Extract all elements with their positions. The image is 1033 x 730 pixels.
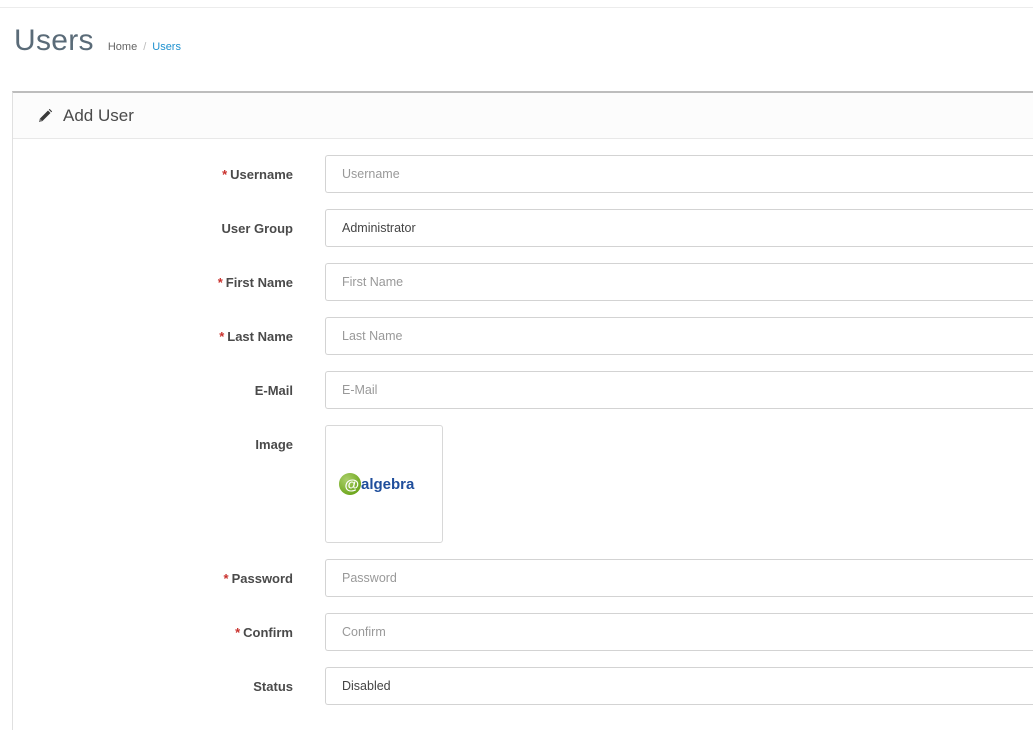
- image-thumbnail[interactable]: @ algebra: [325, 425, 443, 543]
- status-selected-value: Disabled: [342, 679, 391, 693]
- first-name-label: * First Name: [13, 263, 293, 290]
- email-label: E-Mail: [254, 383, 293, 398]
- required-marker: *: [217, 275, 223, 290]
- svg-text:@: @: [345, 477, 360, 494]
- user-group-row: User Group Administrator: [13, 209, 1033, 247]
- algebra-logo: @ algebra: [339, 473, 415, 495]
- status-label: Status: [253, 679, 293, 694]
- email-input[interactable]: E-Mail: [325, 371, 1033, 409]
- confirm-row: * Confirm Confirm: [13, 613, 1033, 651]
- breadcrumb-separator: /: [143, 41, 147, 53]
- confirm-placeholder: Confirm: [342, 625, 386, 639]
- password-label-text: Password: [231, 571, 293, 586]
- breadcrumb-home-link[interactable]: Home: [108, 41, 137, 53]
- confirm-label: * Confirm: [13, 613, 293, 640]
- required-marker: *: [222, 167, 228, 182]
- status-row: Status Disabled: [13, 667, 1033, 705]
- email-placeholder: E-Mail: [342, 383, 378, 397]
- required-marker: *: [223, 571, 229, 586]
- username-placeholder: Username: [342, 167, 400, 181]
- last-name-placeholder: Last Name: [342, 329, 403, 343]
- breadcrumb-users-link[interactable]: Users: [152, 41, 181, 53]
- password-input[interactable]: Password: [325, 559, 1033, 597]
- username-row: * Username Username: [13, 155, 1033, 193]
- password-row: * Password Password: [13, 559, 1033, 597]
- add-user-panel: Add User * Username Username User Group A…: [12, 91, 1033, 730]
- first-name-input[interactable]: First Name: [325, 263, 1033, 301]
- last-name-label: * Last Name: [13, 317, 293, 344]
- breadcrumb: Home / Users: [108, 41, 181, 53]
- logo-text: algebra: [361, 476, 415, 493]
- first-name-label-text: First Name: [225, 275, 293, 290]
- last-name-input[interactable]: Last Name: [325, 317, 1033, 355]
- confirm-input[interactable]: Confirm: [325, 613, 1033, 651]
- top-rule: [0, 0, 1033, 8]
- pencil-icon: [37, 108, 53, 124]
- first-name-row: * First Name First Name: [13, 263, 1033, 301]
- username-label: * Username: [13, 155, 293, 182]
- confirm-label-text: Confirm: [243, 625, 293, 640]
- password-label: * Password: [13, 559, 293, 586]
- first-name-placeholder: First Name: [342, 275, 404, 289]
- email-row: E-Mail E-Mail: [13, 371, 1033, 409]
- username-input[interactable]: Username: [325, 155, 1033, 193]
- required-marker: *: [235, 625, 241, 640]
- page-header: Users Home / Users: [14, 24, 181, 64]
- page-title: Users: [14, 24, 94, 57]
- panel-heading: Add User: [13, 93, 1033, 139]
- last-name-row: * Last Name Last Name: [13, 317, 1033, 355]
- username-label-text: Username: [230, 167, 293, 182]
- image-label: Image: [255, 437, 293, 452]
- password-placeholder: Password: [342, 571, 397, 585]
- last-name-label-text: Last Name: [227, 329, 293, 344]
- user-group-label: User Group: [221, 221, 293, 236]
- panel-title: Add User: [63, 105, 134, 125]
- required-marker: *: [219, 329, 225, 344]
- user-group-selected-value: Administrator: [342, 221, 416, 235]
- status-select[interactable]: Disabled: [325, 667, 1033, 705]
- user-group-select[interactable]: Administrator: [325, 209, 1033, 247]
- image-row: Image @ algebra: [13, 425, 1033, 543]
